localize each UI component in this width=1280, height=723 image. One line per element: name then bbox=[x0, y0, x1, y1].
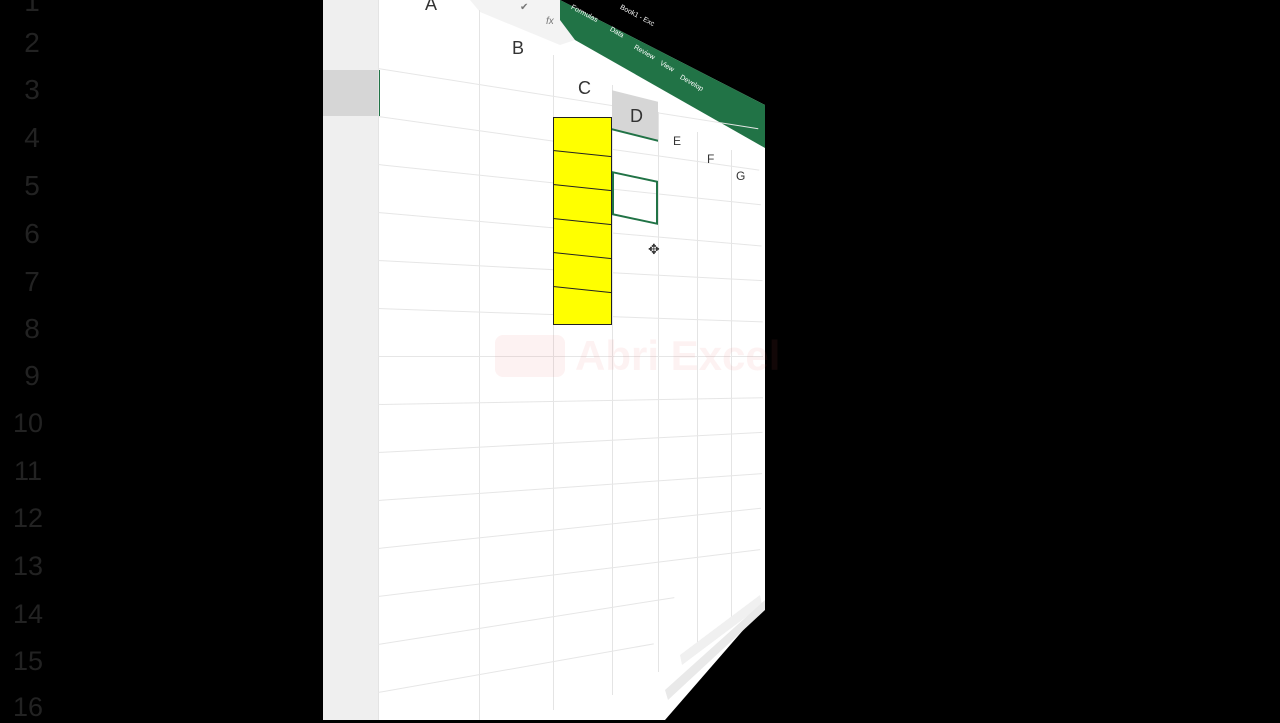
row-header-15[interactable]: 15 bbox=[8, 646, 48, 677]
col-header-c[interactable]: C bbox=[578, 78, 591, 99]
col-line bbox=[479, 10, 480, 720]
row-header-9[interactable]: 9 bbox=[12, 360, 52, 392]
row-header-7[interactable]: 7 bbox=[12, 266, 52, 298]
row-header-11[interactable]: 11 bbox=[8, 456, 48, 487]
col-header-e[interactable]: E bbox=[673, 134, 681, 148]
move-cursor-icon: ✥ bbox=[648, 241, 660, 257]
row-header-3[interactable]: 3 bbox=[12, 74, 52, 106]
check-icon[interactable]: ✔ bbox=[520, 2, 528, 13]
col-line bbox=[697, 132, 698, 642]
row-header-5[interactable]: 5 bbox=[12, 170, 52, 202]
screen: ✔ fx Formulas Book1 - Exc Data Review Vi… bbox=[0, 0, 1280, 723]
col-header-d[interactable]: D bbox=[630, 106, 643, 127]
row-header-4[interactable]: 4 bbox=[12, 122, 52, 154]
window-title: Book1 - Exc bbox=[618, 4, 656, 28]
row-header-16[interactable]: 16 bbox=[8, 692, 48, 723]
watermark-logo bbox=[495, 335, 565, 377]
col-header-g[interactable]: G bbox=[736, 169, 745, 183]
row-header-13[interactable]: 13 bbox=[8, 551, 48, 582]
col-header-f[interactable]: F bbox=[707, 152, 714, 166]
col-line bbox=[731, 150, 732, 620]
col-header-a[interactable]: A bbox=[425, 0, 437, 15]
row-header-6[interactable]: 6 bbox=[12, 218, 52, 250]
watermark-text: Abri Excel bbox=[575, 332, 781, 379]
col-line bbox=[378, 0, 379, 720]
row-header-10[interactable]: 10 bbox=[8, 408, 48, 439]
selected-row-header bbox=[323, 70, 380, 116]
row-header-12[interactable]: 12 bbox=[8, 503, 48, 534]
col-header-b[interactable]: B bbox=[512, 38, 524, 59]
function-icon[interactable]: fx bbox=[546, 16, 554, 27]
row-header-8[interactable]: 8 bbox=[12, 313, 52, 345]
row-header-14[interactable]: 14 bbox=[8, 599, 48, 630]
row-header-1[interactable]: 1 bbox=[12, 0, 52, 18]
col-line bbox=[658, 112, 659, 672]
row-header-2[interactable]: 2 bbox=[12, 27, 52, 59]
